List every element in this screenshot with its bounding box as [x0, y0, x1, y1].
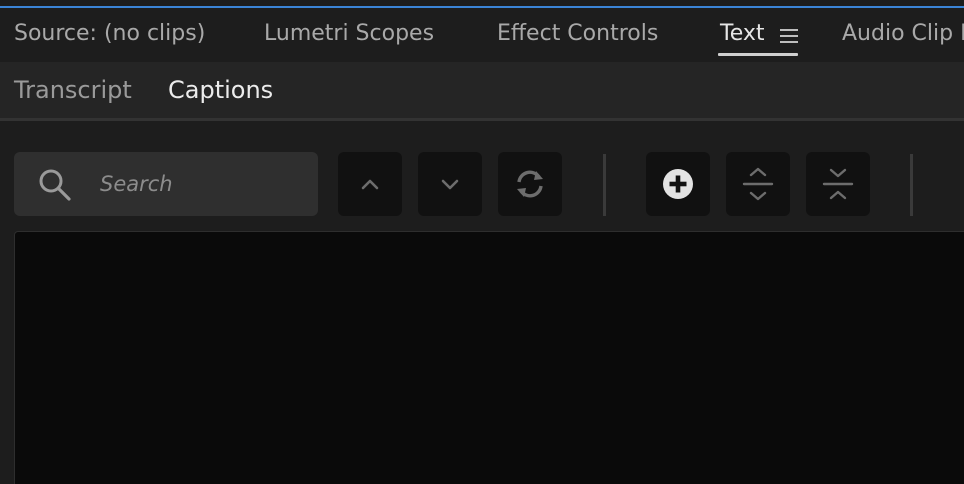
toolbar-separator-2: [910, 154, 913, 216]
search-input[interactable]: [98, 164, 312, 204]
add-caption-button[interactable]: [646, 152, 710, 216]
captions-toolbar: [0, 121, 964, 231]
split-caption-icon: [742, 167, 774, 201]
plus-circle-icon: [663, 169, 693, 199]
tab-source[interactable]: Source: (no clips): [14, 18, 205, 50]
chevron-down-icon: [441, 179, 459, 190]
merge-captions-button[interactable]: [806, 152, 870, 216]
panel-tab-bar: Source: (no clips) Lumetri Scopes Effect…: [0, 8, 964, 62]
captions-list-area[interactable]: [14, 231, 964, 484]
replace-button[interactable]: [498, 152, 562, 216]
chevron-up-icon: [361, 179, 379, 190]
tab-audio-clip-mixer[interactable]: Audio Clip M: [842, 18, 964, 50]
text-subtab-bar: Transcript Captions: [0, 62, 964, 122]
panel-menu-icon[interactable]: [780, 28, 798, 44]
tab-effect-controls[interactable]: Effect Controls: [497, 18, 658, 50]
tab-transcript[interactable]: Transcript: [14, 72, 132, 108]
search-icon: [39, 169, 71, 201]
tab-text[interactable]: Text: [720, 18, 765, 50]
active-tab-underline: [718, 53, 798, 56]
previous-result-button[interactable]: [338, 152, 402, 216]
premiere-text-panel: Source: (no clips) Lumetri Scopes Effect…: [0, 0, 964, 484]
search-box[interactable]: [14, 152, 318, 216]
toolbar-separator: [603, 154, 606, 216]
next-result-button[interactable]: [418, 152, 482, 216]
tab-captions[interactable]: Captions: [168, 72, 273, 108]
refresh-icon: [517, 170, 543, 198]
merge-captions-icon: [822, 168, 854, 200]
split-caption-button[interactable]: [726, 152, 790, 216]
tab-lumetri-scopes[interactable]: Lumetri Scopes: [264, 18, 434, 50]
